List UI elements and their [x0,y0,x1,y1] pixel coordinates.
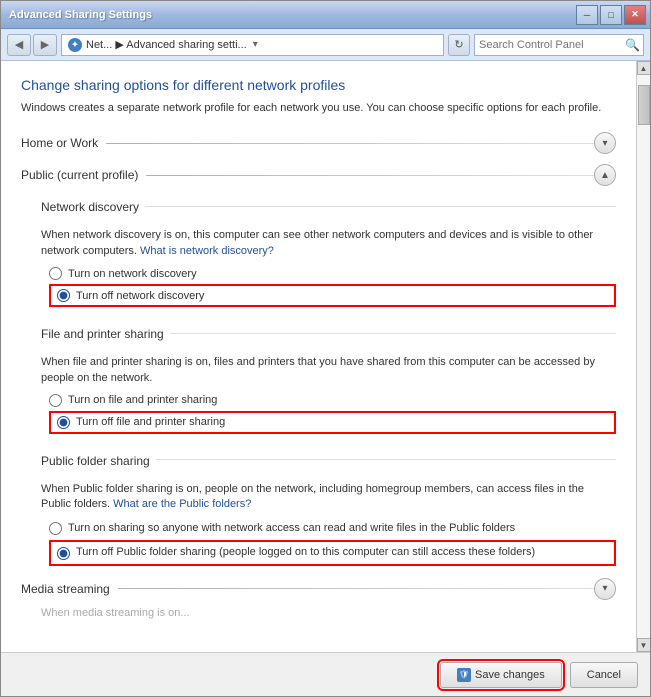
network-discovery-off-option: Turn off network discovery [49,284,616,307]
public-folder-description: When Public folder sharing is on, people… [41,482,616,513]
back-button[interactable]: ◀ [7,34,31,56]
public-profile-toggle[interactable]: ▲ [594,164,616,186]
public-profile-label: Public (current profile) [21,168,138,182]
breadcrumb-dropdown-icon[interactable]: ▾ [253,39,258,50]
network-discovery-description: When network discovery is on, this compu… [41,228,616,259]
file-printer-header: File and printer sharing [41,319,616,347]
public-folder-off-radio[interactable] [57,547,70,560]
content-area: Change sharing options for different net… [1,61,650,652]
main-window: Advanced Sharing Settings ─ □ ✕ ◀ ▶ ✦ Ne… [0,0,651,697]
minimize-button[interactable]: ─ [576,5,598,25]
media-streaming-section: Media streaming ▾ [21,578,616,600]
search-input[interactable] [479,39,621,51]
main-content: Change sharing options for different net… [1,61,636,652]
network-discovery-on-radio[interactable] [49,267,62,280]
public-folder-off-option: Turn off Public folder sharing (people l… [49,540,616,565]
cancel-button[interactable]: Cancel [570,662,638,688]
public-folder-on-radio[interactable] [49,522,62,535]
home-or-work-label: Home or Work [21,136,98,150]
save-changes-button[interactable]: 🛡 Save changes [440,662,562,688]
file-printer-on-option: Turn on file and printer sharing [49,394,616,407]
scroll-track [637,75,650,638]
scrollbar[interactable]: ▲ ▼ [636,61,650,652]
cancel-label: Cancel [587,669,621,681]
file-printer-off-radio[interactable] [57,416,70,429]
file-printer-off-option: Turn off file and printer sharing [49,411,616,434]
save-icon: 🛡 [457,668,471,682]
close-button[interactable]: ✕ [624,5,646,25]
section-divider [106,143,594,144]
refresh-button[interactable]: ↻ [448,34,470,56]
save-label: Save changes [475,669,545,681]
file-printer-sharing-section: File and printer sharing When file and p… [41,319,616,434]
public-section-divider [146,175,594,176]
title-bar-buttons: ─ □ ✕ [576,5,646,25]
forward-button[interactable]: ▶ [33,34,57,56]
search-icon: 🔍 [625,38,640,52]
scroll-thumb[interactable] [638,85,650,125]
network-discovery-title: Network discovery [41,200,139,214]
file-printer-description: When file and printer sharing is on, fil… [41,355,616,386]
scroll-up-arrow[interactable]: ▲ [637,61,651,75]
file-printer-options: Turn on file and printer sharing Turn of… [49,394,616,434]
home-or-work-toggle[interactable]: ▾ [594,132,616,154]
network-discovery-off-label[interactable]: Turn off network discovery [76,290,204,302]
network-discovery-off-radio[interactable] [57,289,70,302]
maximize-button[interactable]: □ [600,5,622,25]
page-subtitle: Windows creates a separate network profi… [21,101,616,116]
network-discovery-on-label[interactable]: Turn on network discovery [68,268,197,280]
page-title: Change sharing options for different net… [21,77,616,93]
media-streaming-toggle[interactable]: ▾ [594,578,616,600]
network-discovery-options: Turn on network discovery Turn off netwo… [49,267,616,307]
public-folder-title: Public folder sharing [41,454,150,468]
media-section-divider [118,588,594,589]
public-folder-header: Public folder sharing [41,446,616,474]
search-box: 🔍 [474,34,644,56]
file-printer-on-radio[interactable] [49,394,62,407]
home-or-work-section: Home or Work ▾ [21,132,616,154]
network-discovery-header: Network discovery [41,192,616,220]
file-printer-on-label[interactable]: Turn on file and printer sharing [68,394,217,406]
breadcrumb-icon: ✦ [68,38,82,52]
scroll-down-arrow[interactable]: ▼ [637,638,651,652]
file-printer-off-label[interactable]: Turn off file and printer sharing [76,416,225,428]
breadcrumb-bar: ✦ Net... ▶ Advanced sharing setti... ▾ [61,34,444,56]
public-folder-on-option: Turn on sharing so anyone with network a… [49,521,616,536]
media-streaming-label: Media streaming [21,582,110,596]
network-discovery-on-option: Turn on network discovery [49,267,616,280]
file-printer-title: File and printer sharing [41,327,164,341]
address-bar: ◀ ▶ ✦ Net... ▶ Advanced sharing setti...… [1,29,650,61]
title-bar-text: Advanced Sharing Settings [9,9,152,21]
public-folder-options: Turn on sharing so anyone with network a… [49,521,616,566]
media-streaming-description: When media streaming is on... [41,606,616,621]
public-profile-section: Public (current profile) ▲ [21,164,616,186]
nav-buttons: ◀ ▶ [7,34,57,56]
public-folder-section: Public folder sharing When Public folder… [41,446,616,566]
breadcrumb-path[interactable]: Net... ▶ Advanced sharing setti... [86,38,247,51]
title-bar: Advanced Sharing Settings ─ □ ✕ [1,1,650,29]
public-folder-off-label[interactable]: Turn off Public folder sharing (people l… [76,545,535,560]
public-folder-link[interactable]: What are the Public folders? [113,498,251,510]
bottom-bar: 🛡 Save changes Cancel [1,652,650,696]
public-folder-on-label[interactable]: Turn on sharing so anyone with network a… [68,521,515,536]
network-discovery-link[interactable]: What is network discovery? [140,245,274,257]
network-discovery-section: Network discovery When network discovery… [41,192,616,307]
